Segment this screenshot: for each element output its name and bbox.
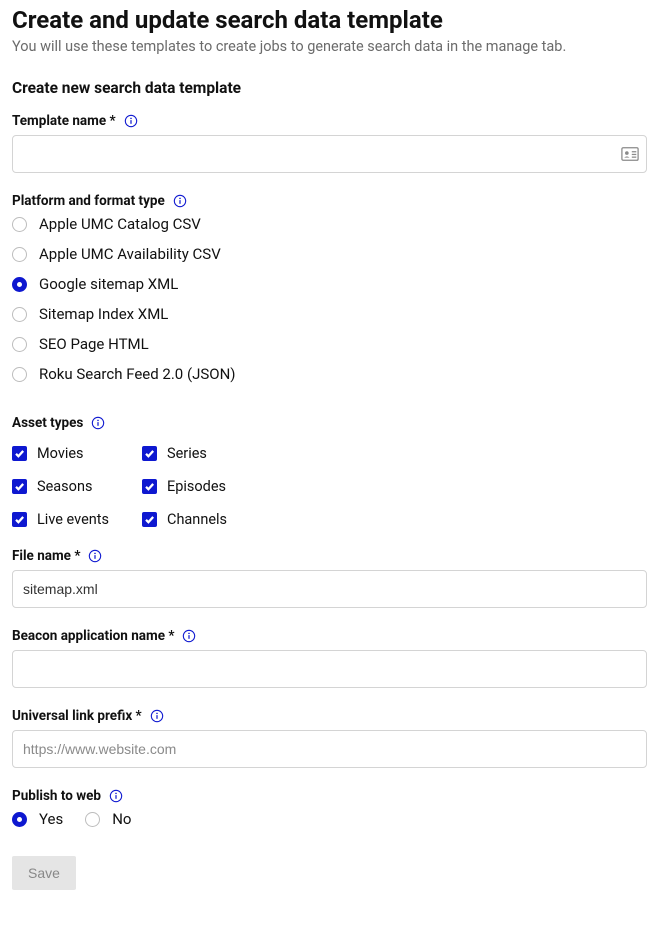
- radio-icon: [85, 812, 100, 827]
- info-icon[interactable]: [124, 114, 138, 128]
- info-icon[interactable]: [182, 629, 196, 643]
- asset-seasons-checkbox[interactable]: Seasons: [12, 478, 142, 495]
- radio-label: Roku Search Feed 2.0 (JSON): [39, 365, 236, 383]
- radio-icon: [12, 337, 27, 352]
- radio-icon: [12, 307, 27, 322]
- asset-live-events-checkbox[interactable]: Live events: [12, 511, 142, 528]
- platform-option-sitemap-index[interactable]: Sitemap Index XML: [12, 305, 647, 323]
- publish-yes-option[interactable]: Yes: [12, 810, 63, 828]
- platform-option-google-sitemap[interactable]: Google sitemap XML: [12, 275, 647, 293]
- radio-label: Apple UMC Availability CSV: [39, 245, 221, 263]
- checkbox-label: Movies: [37, 445, 84, 462]
- asset-episodes-checkbox[interactable]: Episodes: [142, 478, 292, 495]
- checkbox-label: Series: [167, 445, 207, 462]
- radio-icon: [12, 367, 27, 382]
- file-name-field: File name *: [12, 548, 647, 608]
- save-button[interactable]: Save: [12, 856, 76, 890]
- radio-label: Yes: [39, 810, 63, 828]
- page-title: Create and update search data template: [12, 6, 647, 34]
- platform-format-field: Platform and format type Apple UMC Catal…: [12, 193, 647, 395]
- radio-icon: [12, 277, 27, 292]
- checkbox-icon: [12, 479, 27, 494]
- platform-option-apple-umc-catalog[interactable]: Apple UMC Catalog CSV: [12, 215, 647, 233]
- radio-label: Apple UMC Catalog CSV: [39, 215, 201, 233]
- info-icon[interactable]: [91, 416, 105, 430]
- publish-no-option[interactable]: No: [85, 810, 131, 828]
- asset-types-checkbox-grid: Movies Series Seasons Episodes Live even…: [12, 445, 647, 528]
- info-icon[interactable]: [88, 549, 102, 563]
- checkbox-icon: [142, 512, 157, 527]
- platform-format-label: Platform and format type: [12, 193, 165, 209]
- asset-channels-checkbox[interactable]: Channels: [142, 511, 292, 528]
- checkbox-label: Live events: [37, 511, 109, 528]
- template-name-input[interactable]: [12, 135, 647, 173]
- id-card-icon: [621, 146, 639, 162]
- checkbox-icon: [12, 512, 27, 527]
- beacon-app-name-field: Beacon application name *: [12, 628, 647, 688]
- beacon-app-name-input[interactable]: [12, 650, 647, 688]
- checkbox-label: Channels: [167, 511, 227, 528]
- radio-label: SEO Page HTML: [39, 335, 149, 353]
- radio-icon: [12, 812, 27, 827]
- universal-link-prefix-label: Universal link prefix *: [12, 708, 142, 724]
- asset-series-checkbox[interactable]: Series: [142, 445, 292, 462]
- file-name-input[interactable]: [12, 570, 647, 608]
- radio-label: No: [112, 810, 131, 828]
- publish-to-web-radio-group: Yes No: [12, 810, 647, 828]
- section-title: Create new search data template: [12, 79, 647, 97]
- asset-types-label: Asset types: [12, 415, 83, 431]
- checkbox-icon: [142, 446, 157, 461]
- template-name-field: Template name *: [12, 113, 647, 173]
- publish-to-web-label: Publish to web: [12, 788, 101, 804]
- publish-to-web-field: Publish to web Yes No: [12, 788, 647, 828]
- platform-option-roku-search-feed[interactable]: Roku Search Feed 2.0 (JSON): [12, 365, 647, 383]
- page-subtitle: You will use these templates to create j…: [12, 38, 647, 55]
- asset-types-field: Asset types Movies Series Seasons Episod…: [12, 415, 647, 528]
- info-icon[interactable]: [109, 789, 123, 803]
- platform-format-radio-group: Apple UMC Catalog CSV Apple UMC Availabi…: [12, 215, 647, 395]
- beacon-app-name-label: Beacon application name *: [12, 628, 174, 644]
- checkbox-icon: [142, 479, 157, 494]
- universal-link-prefix-input[interactable]: [12, 730, 647, 768]
- universal-link-prefix-field: Universal link prefix *: [12, 708, 647, 768]
- platform-option-apple-umc-availability[interactable]: Apple UMC Availability CSV: [12, 245, 647, 263]
- checkbox-icon: [12, 446, 27, 461]
- template-name-label: Template name *: [12, 113, 116, 129]
- radio-icon: [12, 247, 27, 262]
- checkbox-label: Seasons: [37, 478, 92, 495]
- info-icon[interactable]: [173, 194, 187, 208]
- info-icon[interactable]: [150, 709, 164, 723]
- radio-label: Google sitemap XML: [39, 275, 178, 293]
- radio-label: Sitemap Index XML: [39, 305, 168, 323]
- file-name-label: File name *: [12, 548, 80, 564]
- checkbox-label: Episodes: [167, 478, 226, 495]
- platform-option-seo-page[interactable]: SEO Page HTML: [12, 335, 647, 353]
- asset-movies-checkbox[interactable]: Movies: [12, 445, 142, 462]
- radio-icon: [12, 217, 27, 232]
